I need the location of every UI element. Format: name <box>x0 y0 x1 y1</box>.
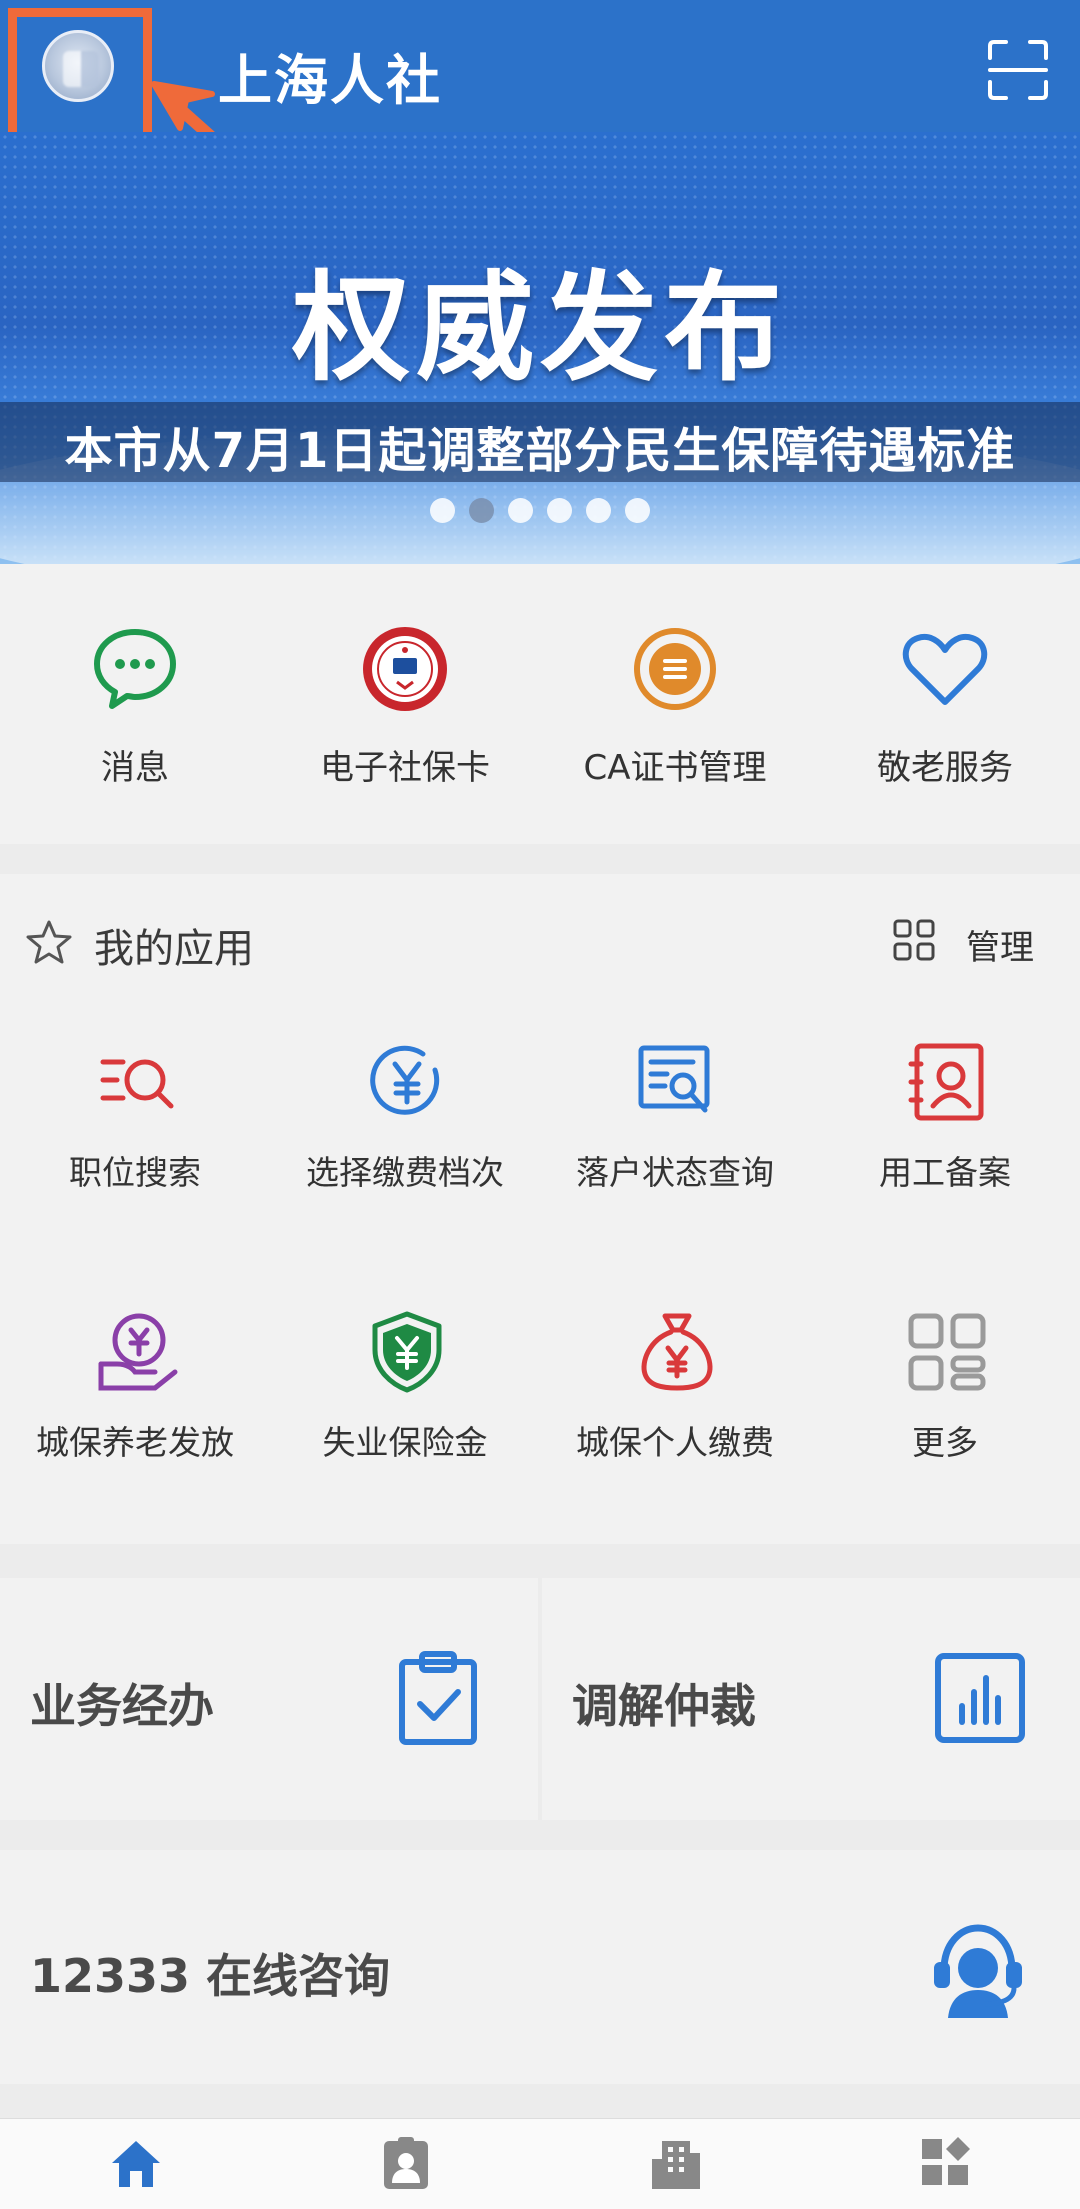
money-bag-icon <box>641 1313 713 1391</box>
banner-caption: 本市从7月1日起调整部分民生保障待遇标准 <box>64 423 1016 479</box>
quick-item-label: CA证书管理 <box>583 748 767 788</box>
profile-card-icon <box>384 2137 428 2189</box>
app-unemployment-insurance[interactable]: 失业保险金 <box>270 1310 540 1510</box>
app-personal-contribution[interactable]: 城保个人缴费 <box>540 1310 810 1510</box>
building-icon <box>652 2141 700 2189</box>
carousel-indicator <box>430 498 650 523</box>
quick-item-label: 敬老服务 <box>877 748 1013 788</box>
document-search-icon <box>638 1045 710 1113</box>
my-apps-section: 我的应用 管理 职位搜索 选择缴费档次 落户状态查询 用工备案 城保养老发放 失… <box>0 874 1080 1544</box>
carousel-dot[interactable] <box>430 498 455 523</box>
bar-chart-icon <box>935 1653 1025 1743</box>
job-search-icon <box>100 1059 174 1109</box>
app-label: 城保个人缴费 <box>576 1423 774 1462</box>
certificate-icon <box>634 628 716 710</box>
app-label: 更多 <box>912 1423 978 1462</box>
mediation-arbitration-panel[interactable]: 调解仲裁 <box>542 1578 1080 1820</box>
manage-button[interactable]: 管理 <box>966 920 1034 969</box>
app-label: 落户状态查询 <box>576 1153 774 1192</box>
avatar-highlight-box <box>8 8 152 146</box>
consult-label: 12333 在线咨询 <box>30 1949 391 2003</box>
quick-item-label: 消息 <box>101 748 169 788</box>
chat-bubble-icon <box>94 629 176 709</box>
clipboard-check-icon <box>399 1651 477 1745</box>
bottom-navigation <box>0 2118 1080 2209</box>
heart-icon <box>902 634 988 705</box>
grid-manage-icon[interactable] <box>892 918 936 962</box>
apps-icon <box>922 2137 970 2185</box>
grid-more-icon <box>908 1313 986 1391</box>
yuan-hand-icon <box>98 1313 178 1391</box>
headset-agent-icon <box>934 1924 1022 2018</box>
app-job-search[interactable]: 职位搜索 <box>0 1040 270 1240</box>
social-security-card-icon <box>363 627 447 711</box>
carousel-dot[interactable] <box>625 498 650 523</box>
panel-label: 调解仲裁 <box>572 1679 756 1733</box>
app-settlement-status[interactable]: 落户状态查询 <box>540 1040 810 1240</box>
yuan-shield-icon <box>372 1311 442 1393</box>
quick-actions: 消息 电子社保卡 CA证书管理 敬老服务 <box>0 564 1080 844</box>
app-payment-grade[interactable]: 选择缴费档次 <box>270 1040 540 1240</box>
nav-profile[interactable] <box>270 2129 540 2209</box>
home-icon <box>112 2141 160 2187</box>
nav-home[interactable] <box>0 2129 270 2209</box>
quick-item-messages[interactable]: 消息 <box>0 564 270 844</box>
app-more[interactable]: 更多 <box>810 1310 1080 1510</box>
app-label: 用工备案 <box>879 1153 1011 1192</box>
banner-headline: 权威发布 <box>291 259 788 397</box>
nav-services[interactable] <box>540 2129 810 2209</box>
app-pension-payment[interactable]: 城保养老发放 <box>0 1310 270 1510</box>
quick-item-label: 电子社保卡 <box>320 748 490 788</box>
app-label: 职位搜索 <box>69 1153 201 1192</box>
app-label: 选择缴费档次 <box>306 1153 504 1192</box>
carousel-dot[interactable] <box>508 498 533 523</box>
business-handling-panel[interactable]: 业务经办 <box>0 1578 538 1820</box>
app-label: 城保养老发放 <box>36 1423 234 1462</box>
yuan-circle-icon <box>370 1045 440 1115</box>
quick-item-ca-certificate[interactable]: CA证书管理 <box>540 564 810 844</box>
app-label: 失业保险金 <box>322 1423 488 1462</box>
star-icon <box>26 920 72 964</box>
quick-item-elderly-service[interactable]: 敬老服务 <box>810 564 1080 844</box>
news-banner[interactable]: 权威发布 本市从7月1日起调整部分民生保障待遇标准 <box>0 132 1080 564</box>
my-apps-title: 我的应用 <box>94 926 254 972</box>
panel-label: 业务经办 <box>30 1679 214 1733</box>
carousel-dot[interactable] <box>547 498 572 523</box>
app-employment-filing[interactable]: 用工备案 <box>810 1040 1080 1240</box>
scan-icon[interactable] <box>986 38 1050 102</box>
carousel-dot-active[interactable] <box>469 498 494 523</box>
carousel-dot[interactable] <box>586 498 611 523</box>
online-consult-panel[interactable]: 12333 在线咨询 <box>0 1850 1080 2084</box>
quick-item-social-security-card[interactable]: 电子社保卡 <box>270 564 540 844</box>
id-card-icon <box>908 1043 984 1121</box>
nav-apps[interactable] <box>810 2129 1080 2209</box>
